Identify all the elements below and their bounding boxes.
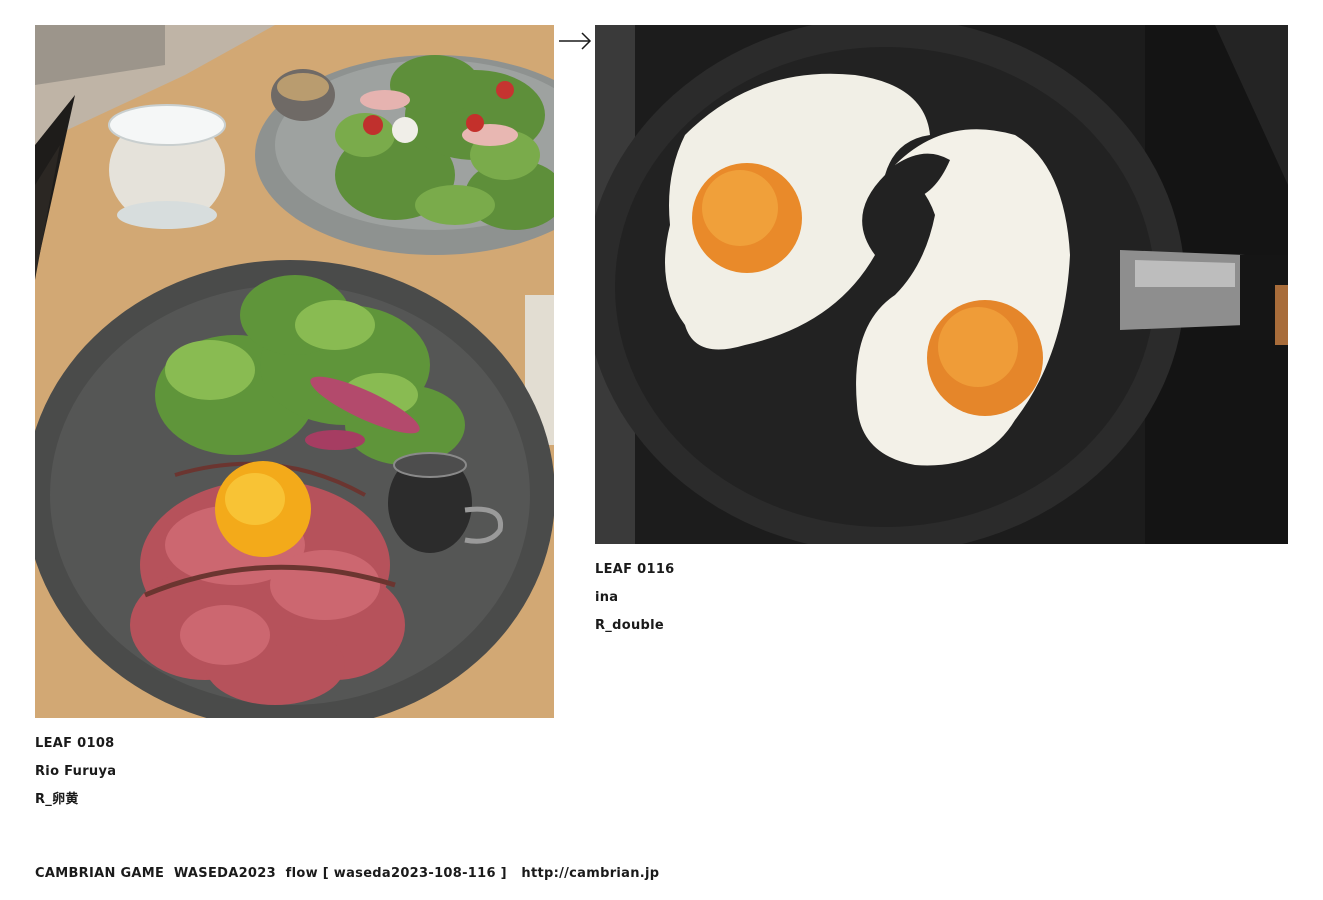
leaf-id[interactable]: LEAF 0108 [35,730,554,758]
footer-flow[interactable]: flow [ waseda2023-108-116 ] [286,866,507,881]
footer-event[interactable]: WASEDA2023 [174,866,276,881]
leaf-card-0116: LEAF 0116 ina R_double [595,25,1288,640]
footer-game[interactable]: CAMBRIAN GAME [35,866,164,881]
leaf-title: R_double [595,618,664,633]
leaf-photo-roast-beef[interactable] [35,25,554,718]
leaf-author[interactable]: ina [595,584,1288,612]
leaf-author[interactable]: Rio Furuya [35,758,554,786]
leaf-title: R_卵黄 [35,792,79,807]
right-arrow-icon [558,30,592,52]
leaf-meta: LEAF 0116 ina R_double [595,556,1288,640]
leaf-id[interactable]: LEAF 0116 [595,556,1288,584]
leaf-card-0108: LEAF 0108 Rio Furuya R_卵黄 [35,25,554,814]
leaf-photo-fried-eggs[interactable] [595,25,1288,544]
footer: CAMBRIAN GAME WASEDA2023 flow [ waseda20… [35,866,659,881]
footer-url[interactable]: http://cambrian.jp [521,866,659,881]
leaf-meta: LEAF 0108 Rio Furuya R_卵黄 [35,730,554,814]
